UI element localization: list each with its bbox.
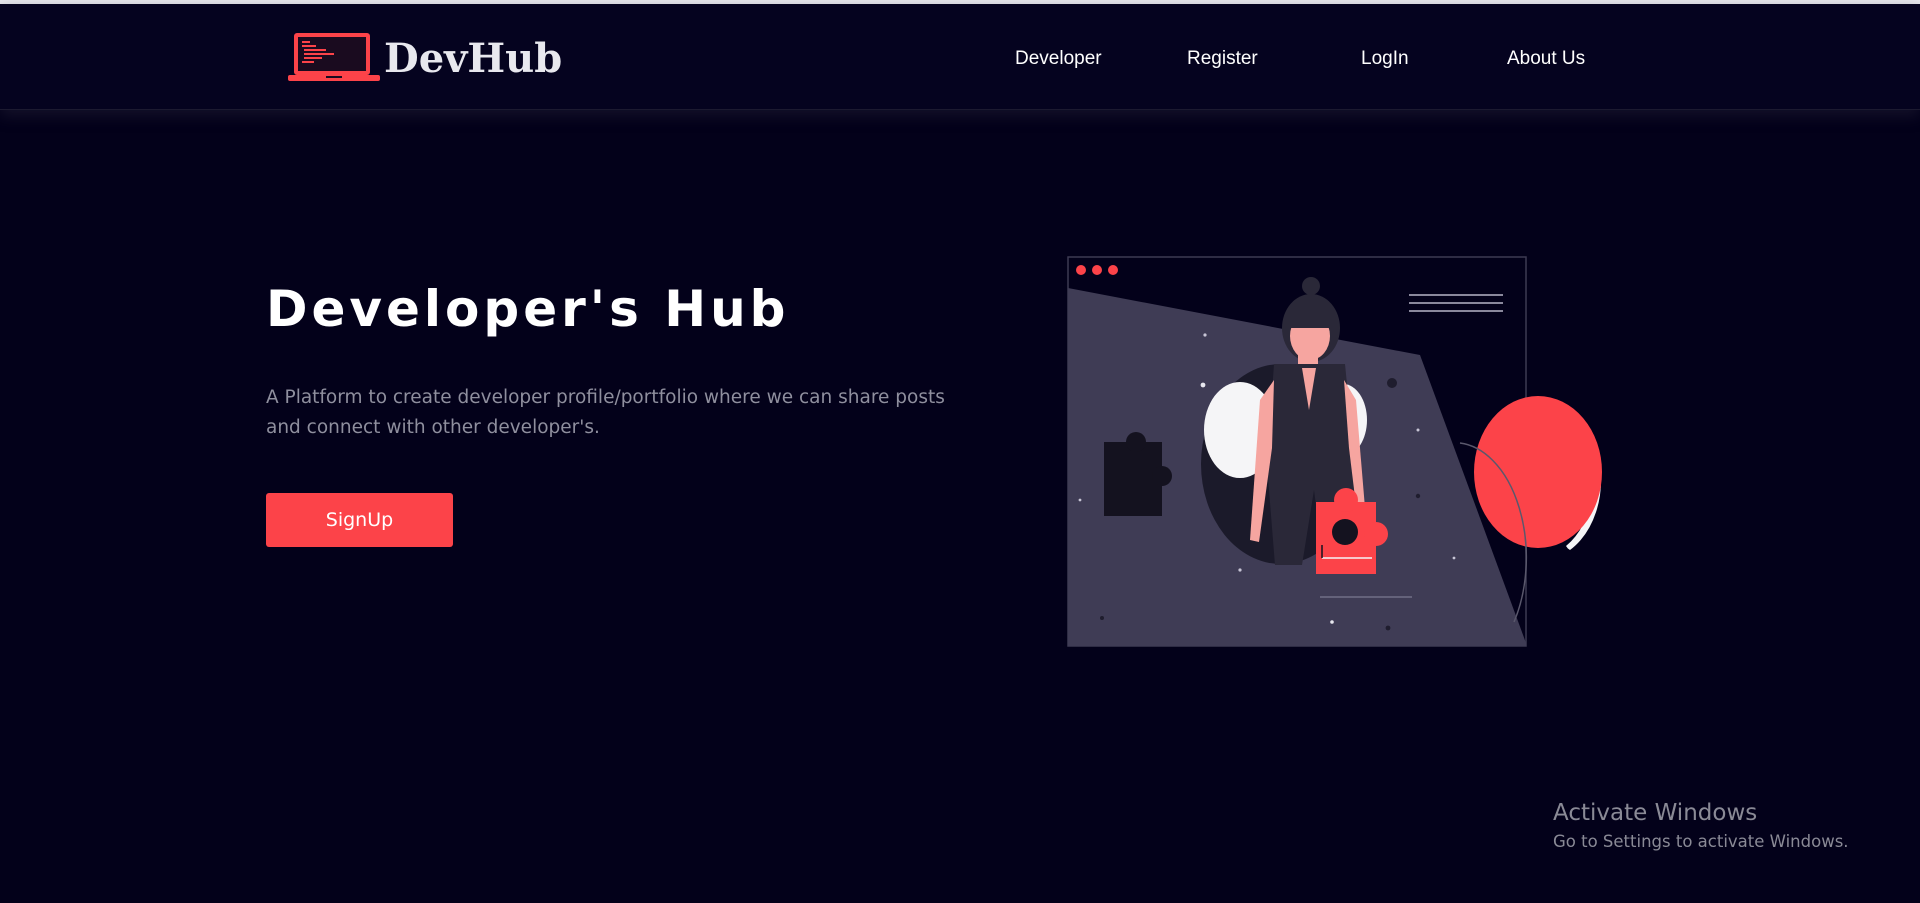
signup-button[interactable]: SignUp (266, 493, 453, 547)
brand-logo[interactable]: DevHub (288, 31, 562, 85)
windows-activation-watermark: Activate Windows Go to Settings to activ… (1553, 800, 1849, 851)
activation-title: Activate Windows (1553, 800, 1758, 826)
hero-description: A Platform to create developer profile/p… (266, 387, 945, 438)
navbar: DevHub Developer Register LogIn About Us (0, 4, 1920, 110)
brand-name: DevHub (384, 34, 563, 82)
laptop-code-icon (288, 33, 380, 81)
nav-link-login[interactable]: LogIn (1361, 48, 1409, 70)
hero-illustration (1067, 256, 1602, 647)
nav-link-developer[interactable]: Developer (1015, 48, 1102, 70)
activation-subtitle: Go to Settings to activate Windows. (1553, 832, 1849, 851)
hero-title: Developer's Hub (266, 280, 790, 338)
nav-link-about-us[interactable]: About Us (1507, 48, 1585, 70)
nav-link-register[interactable]: Register (1187, 48, 1258, 70)
